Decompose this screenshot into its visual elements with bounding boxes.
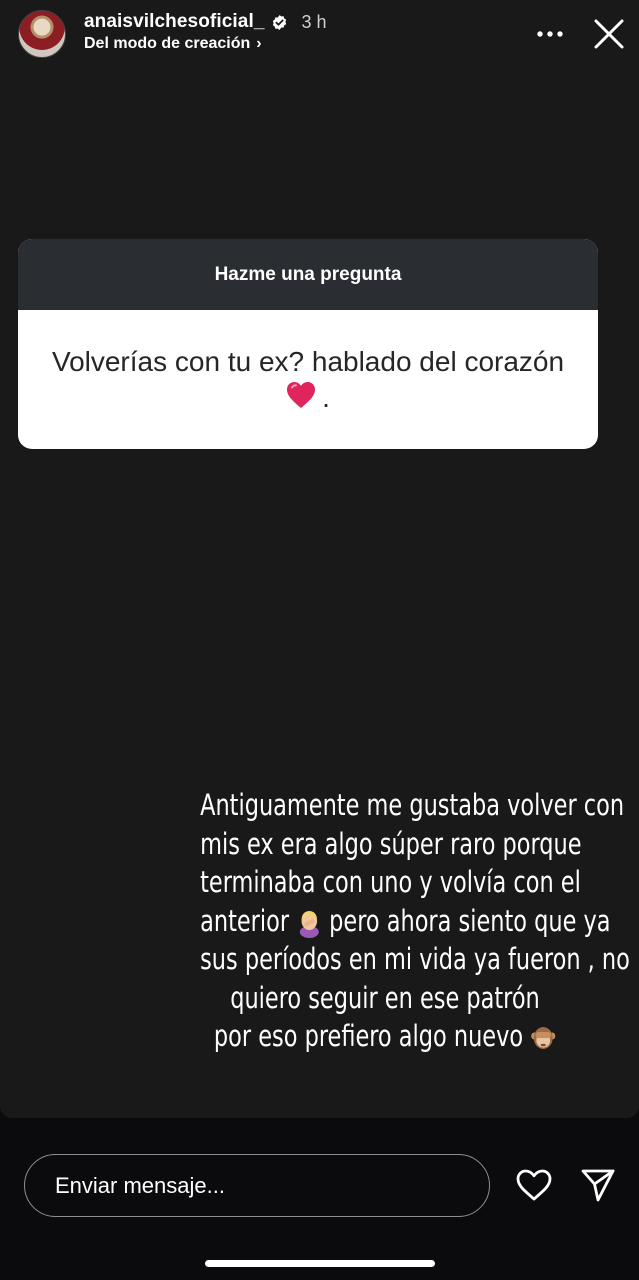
question-sticker-body: Volverías con tu ex? hablado del corazón… <box>18 310 598 418</box>
question-suffix: . <box>322 382 330 413</box>
red-heart-emoji-icon <box>286 381 316 418</box>
story-frame[interactable]: anaisvilchesoficial_ 3 h Del modo de cre… <box>0 0 639 1118</box>
heart-icon <box>516 1169 552 1201</box>
post-time: 3 h <box>301 11 327 32</box>
answer-line-prefix: anterior <box>200 903 290 938</box>
facepalm-emoji-icon <box>296 908 322 938</box>
avatar[interactable] <box>18 10 66 58</box>
more-options-button[interactable] <box>530 16 570 52</box>
answer-line: Antiguamente me gustaba volver con <box>200 788 625 822</box>
answer-line-text: por eso prefiero algo nuevo <box>213 1019 524 1053</box>
username[interactable]: anaisvilchesoficial_ <box>84 11 265 33</box>
see-no-evil-monkey-emoji-icon <box>530 1023 556 1053</box>
chevron-right-icon: › <box>256 35 262 52</box>
subtitle-text: Del modo de creación <box>84 35 251 52</box>
send-button[interactable] <box>576 1163 620 1207</box>
answer-line-with-emoji: por eso prefiero algo nuevo <box>200 1017 570 1056</box>
answer-line-with-emoji: anterior pero ahora siento que ya <box>200 902 611 941</box>
answer-line: mis ex era algo súper raro porque <box>200 826 582 861</box>
send-message-input[interactable] <box>24 1154 490 1217</box>
close-icon <box>594 19 624 49</box>
close-button[interactable] <box>588 14 630 54</box>
answer-line: quiero seguir en ese patrón <box>230 980 540 1015</box>
story-header: anaisvilchesoficial_ 3 h Del modo de cre… <box>0 0 639 70</box>
question-sticker[interactable]: Hazme una pregunta Volverías con tu ex? … <box>18 239 598 449</box>
username-row: anaisvilchesoficial_ 3 h <box>84 10 327 34</box>
like-button[interactable] <box>512 1163 556 1207</box>
more-options-icon <box>537 31 563 37</box>
answer-line: terminaba con uno y volvía con el <box>200 865 581 899</box>
answer-line: sus períodos en mi vida ya fueron , no <box>200 942 630 976</box>
answer-line-rest: pero ahora siento que ya <box>329 903 611 938</box>
answer-text-block: Antiguamente me gustaba volver con mis e… <box>200 786 630 1056</box>
question-sticker-title: Hazme una pregunta <box>18 239 598 310</box>
send-icon <box>581 1169 615 1202</box>
creation-mode-link[interactable]: Del modo de creación › <box>84 35 262 53</box>
verified-badge-icon <box>271 14 288 31</box>
home-indicator[interactable] <box>205 1260 435 1267</box>
question-text: Volverías con tu ex? hablado del corazón <box>51 346 565 377</box>
